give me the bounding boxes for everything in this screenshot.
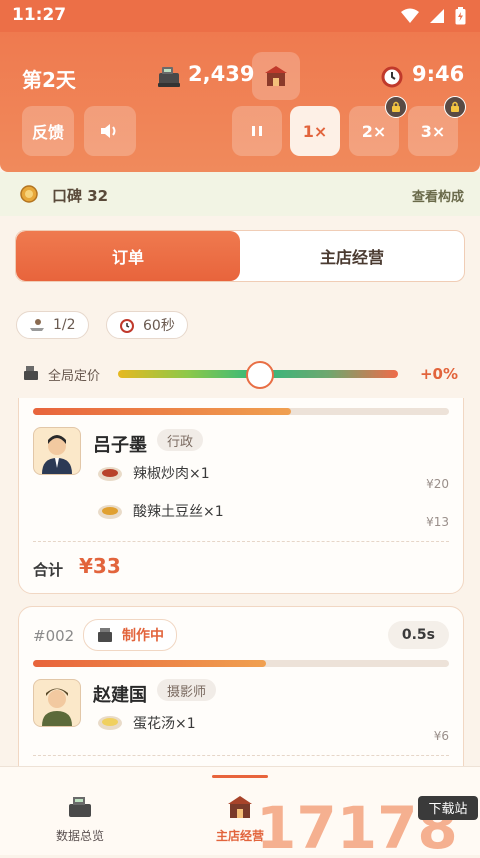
dish-plate-icon xyxy=(98,467,122,481)
order-item: 辣椒炒肉×1 xyxy=(97,463,210,483)
day-counter: 第2天 xyxy=(22,68,76,92)
pricing-slider[interactable] xyxy=(118,361,398,389)
order-item: 酸辣土豆丝×1 xyxy=(97,501,224,521)
seats-chip: 1/2 xyxy=(16,311,89,339)
stove-icon xyxy=(98,628,112,642)
order-list: 吕子墨 行政 辣椒炒肉×1 ¥20 酸辣土豆丝×1 ¥13 合计 ¥33 #00… xyxy=(0,398,480,766)
feedback-button[interactable]: 反馈 xyxy=(22,106,74,156)
total-label: 合计 xyxy=(33,561,64,579)
store-icon xyxy=(265,66,287,86)
time-value: 60秒 xyxy=(143,318,175,334)
customer-name: 吕子墨 xyxy=(93,435,147,456)
global-pricing: 全局定价 +0% xyxy=(22,361,462,389)
reputation-score: 口碑 32 xyxy=(52,187,109,205)
order-item-price: ¥6 xyxy=(433,729,449,743)
order-card[interactable]: #002 制作中 0.5s 赵建国 摄影师 蛋花汤×1 ¥6 xyxy=(18,606,464,766)
order-item-price: ¥20 xyxy=(426,477,449,491)
lock-icon xyxy=(385,96,407,118)
reputation-coin-icon xyxy=(20,185,38,203)
nav-active-indicator xyxy=(212,775,268,778)
order-item: 蛋花汤×1 xyxy=(97,713,196,733)
speaker-icon xyxy=(101,124,116,138)
waiter-icon xyxy=(30,319,44,331)
money-display: 2,439 xyxy=(188,62,255,86)
reputation-bar: 口碑 32 查看构成 xyxy=(0,172,480,216)
lock-icon xyxy=(444,96,466,118)
site-watermark: 17178 下载站 xyxy=(256,794,480,858)
order-item-price: ¥13 xyxy=(426,515,449,529)
pause-icon xyxy=(252,126,262,136)
battery-icon xyxy=(455,7,466,25)
dish-plate-icon xyxy=(98,505,122,519)
wifi-icon xyxy=(401,8,419,23)
signal-icon xyxy=(430,9,444,23)
pause-button[interactable] xyxy=(232,106,282,156)
pricing-percent: +0% xyxy=(419,365,458,383)
total-amount: ¥33 xyxy=(79,554,121,578)
order-item-name: 酸辣土豆丝×1 xyxy=(133,504,224,520)
order-status-badge: 制作中 xyxy=(83,619,177,651)
order-item-name: 辣椒炒肉×1 xyxy=(133,466,210,482)
nav-data-overview[interactable]: 数据总览 xyxy=(20,793,140,844)
game-clock: 9:46 xyxy=(412,62,465,86)
tab-orders[interactable]: 订单 xyxy=(16,231,240,281)
customer-role-badge: 行政 xyxy=(157,429,204,451)
nav-label: 数据总览 xyxy=(55,829,104,843)
speed-3x-button[interactable]: 3× xyxy=(408,96,466,156)
sound-toggle-button[interactable] xyxy=(84,106,136,156)
order-status-text: 制作中 xyxy=(122,628,164,644)
speed-3x-label: 3× xyxy=(420,121,446,141)
speed-2x-label: 2× xyxy=(361,121,387,141)
status-time: 11:27 xyxy=(12,5,67,25)
cash-register-icon xyxy=(24,366,38,380)
customer-name: 赵建国 xyxy=(93,685,147,706)
pricing-label: 全局定价 xyxy=(48,369,101,384)
shop-button[interactable] xyxy=(252,52,300,100)
order-progress-bar xyxy=(33,660,449,667)
view-breakdown-link[interactable]: 查看构成 xyxy=(412,186,464,205)
seats-value: 1/2 xyxy=(53,317,76,333)
speed-2x-button[interactable]: 2× xyxy=(349,96,407,156)
order-progress-bar xyxy=(33,408,449,415)
customer-role-badge: 摄影师 xyxy=(157,679,217,701)
tab-main-store[interactable]: 主店经营 xyxy=(240,231,464,281)
cash-register-icon xyxy=(69,797,91,817)
store-icon xyxy=(228,796,252,818)
game-header: 第2天 2,439 9:46 反馈 1× 2× 3× xyxy=(0,32,480,172)
dish-bowl-icon xyxy=(98,716,122,730)
order-number: #002 xyxy=(33,627,75,645)
order-item-name: 蛋花汤×1 xyxy=(133,716,196,732)
order-card[interactable]: 吕子墨 行政 辣椒炒肉×1 ¥20 酸辣土豆丝×1 ¥13 合计 ¥33 xyxy=(18,398,464,594)
alarm-clock-icon xyxy=(120,319,134,333)
slider-knob[interactable] xyxy=(246,361,274,389)
svg-text:下载站: 下载站 xyxy=(428,802,467,817)
time-chip: 60秒 xyxy=(106,311,188,339)
order-timer: 0.5s xyxy=(387,621,449,649)
customer-avatar xyxy=(33,427,81,475)
main-tabs: 订单 主店经营 xyxy=(15,230,465,282)
status-bar: 11:27 xyxy=(0,0,480,32)
cash-register-icon xyxy=(158,67,180,87)
alarm-clock-icon xyxy=(381,66,403,88)
speed-1x-button[interactable]: 1× xyxy=(290,106,340,156)
customer-avatar xyxy=(33,679,81,727)
